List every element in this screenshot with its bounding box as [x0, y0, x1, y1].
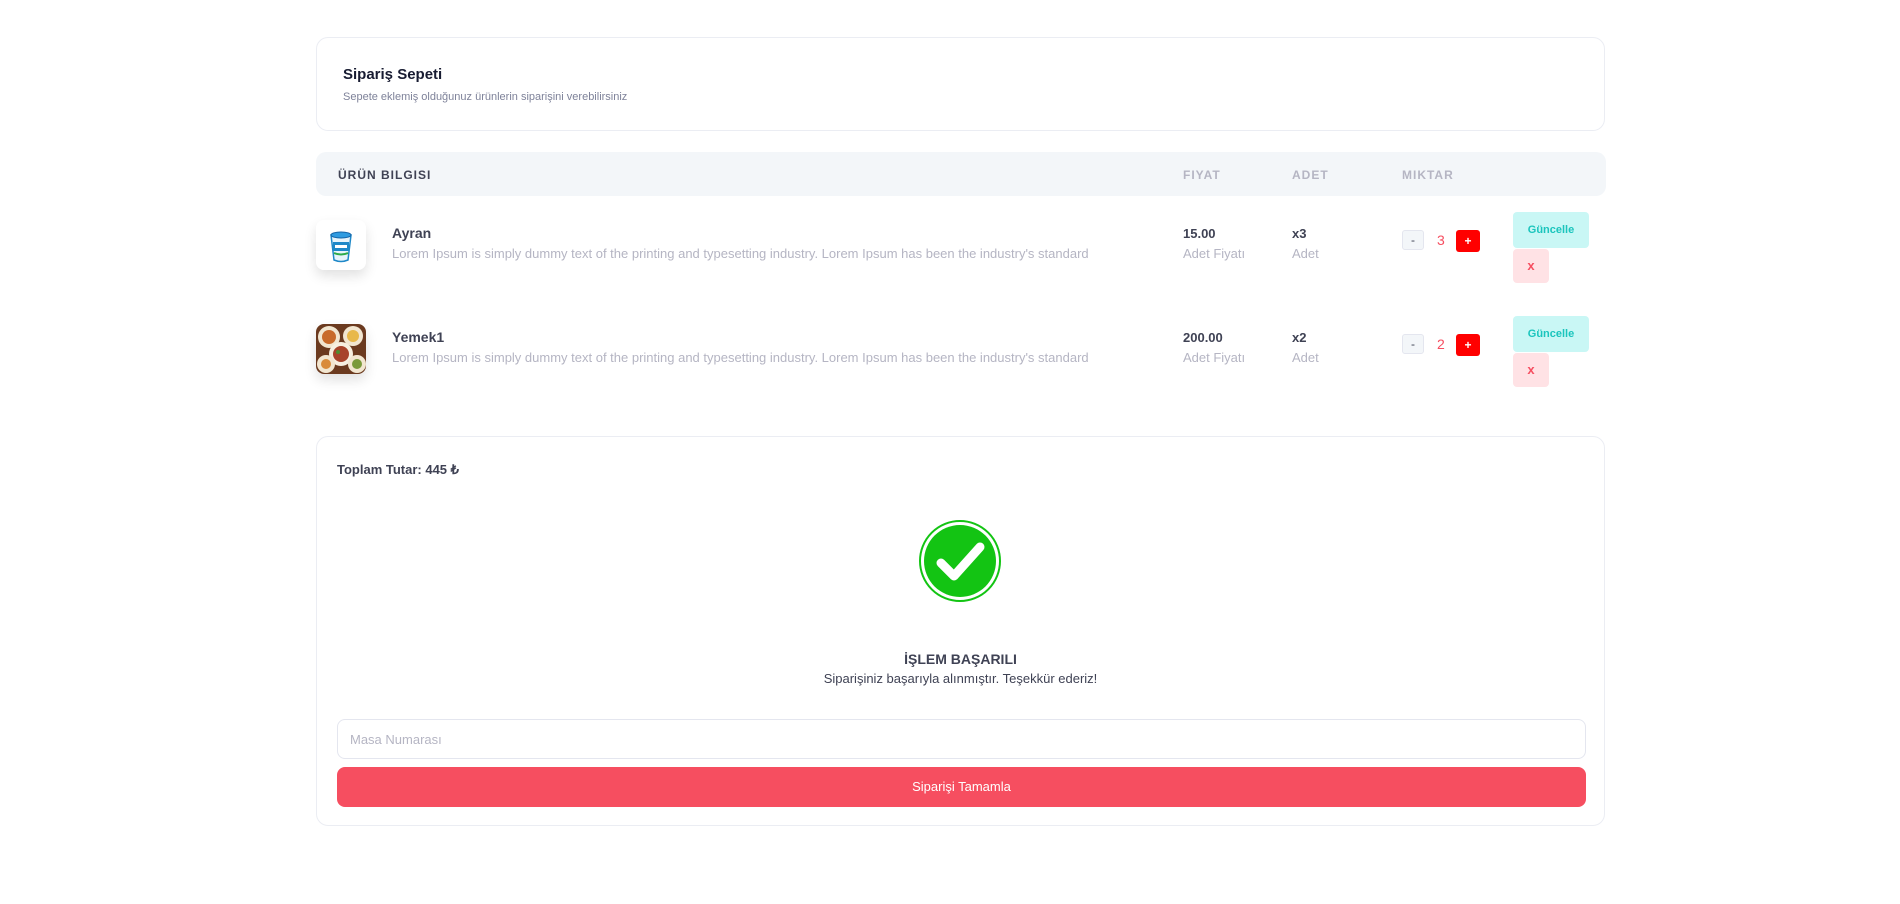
ayran-cup-image	[316, 220, 366, 270]
product-quantity: x2	[1292, 330, 1307, 345]
total-amount: Toplam Tutar: 445 ₺	[337, 462, 459, 477]
check-circle-icon	[918, 519, 1002, 603]
table-row: Ayran Lorem Ipsum is simply dummy text o…	[316, 212, 1606, 283]
decrease-button[interactable]: -	[1402, 334, 1424, 354]
order-summary-card: Toplam Tutar: 445 ₺ İŞLEM BAŞARILI Sipar…	[316, 436, 1605, 826]
remove-button[interactable]: x	[1513, 353, 1549, 387]
product-description: Lorem Ipsum is simply dummy text of the …	[392, 350, 1089, 365]
product-price: 15.00	[1183, 226, 1216, 241]
product-name: Ayran	[392, 225, 432, 241]
quantity-label: Adet	[1292, 246, 1319, 261]
increase-button[interactable]: +	[1456, 230, 1480, 252]
price-label: Adet Fiyatı	[1183, 350, 1246, 365]
product-quantity: x3	[1292, 226, 1307, 241]
product-name: Yemek1	[392, 329, 445, 345]
page-title: Sipariş Sepeti	[343, 66, 443, 83]
price-label: Adet Fiyatı	[1183, 246, 1246, 261]
complete-order-button[interactable]: Siparişi Tamamla	[337, 767, 1586, 807]
table-row: Yemek1 Lorem Ipsum is simply dummy text …	[316, 316, 1606, 387]
increase-button[interactable]: +	[1456, 334, 1480, 356]
quantity-label: Adet	[1292, 350, 1319, 365]
cart-header-card: Sipariş Sepeti Sepete eklemiş olduğunuz …	[316, 37, 1605, 131]
quantity-count: 3	[1437, 232, 1445, 248]
column-header-product: ÜRÜN BILGISI	[338, 168, 432, 182]
product-description: Lorem Ipsum is simply dummy text of the …	[392, 246, 1089, 261]
update-button[interactable]: Güncelle	[1513, 316, 1589, 352]
update-button[interactable]: Güncelle	[1513, 212, 1589, 248]
table-number-input[interactable]	[337, 719, 1586, 759]
table-header: ÜRÜN BILGISI FIYAT ADET MIKTAR	[316, 152, 1606, 196]
decrease-button[interactable]: -	[1402, 230, 1424, 250]
remove-button[interactable]: x	[1513, 249, 1549, 283]
food-platter-image	[316, 324, 366, 374]
column-header-quantity: ADET	[1292, 168, 1329, 182]
success-title: İŞLEM BAŞARILI	[904, 651, 1017, 667]
quantity-count: 2	[1437, 336, 1445, 352]
page-subtitle: Sepete eklemiş olduğunuz ürünlerin sipar…	[343, 91, 628, 103]
product-price: 200.00	[1183, 330, 1223, 345]
column-header-price: FIYAT	[1183, 168, 1221, 182]
success-message: Siparişiniz başarıyla alınmıştır. Teşekk…	[823, 671, 1098, 686]
column-header-amount: MIKTAR	[1402, 168, 1454, 182]
